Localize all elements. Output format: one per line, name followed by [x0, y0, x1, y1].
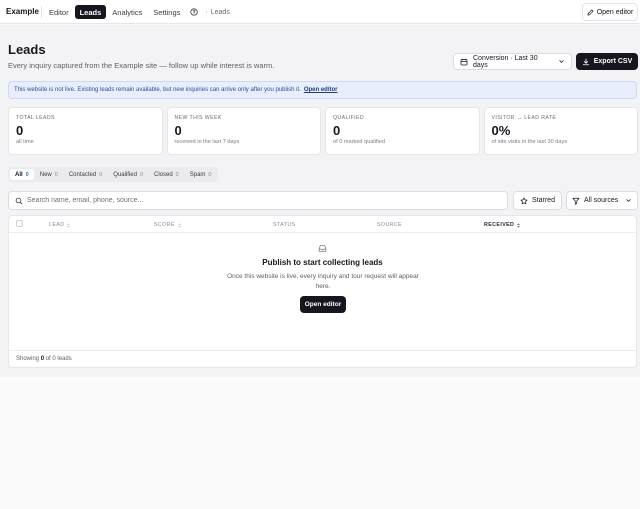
tab-settings[interactable]: Settings — [148, 5, 185, 19]
column-header-status: STATUS — [273, 222, 296, 228]
status-filter-tabs: All 0 New 0 Contacted 0 Qualified 0 Closed 0 … — [8, 167, 219, 182]
table-footer: Showing 0 of 0 leads — [9, 350, 636, 367]
stat-note: all time — [16, 139, 34, 145]
filter-label: New — [39, 171, 52, 178]
filter-label: All — [15, 171, 23, 178]
breadcrumb-current: Leads — [210, 8, 230, 16]
breadcrumb: · Leads — [205, 9, 229, 16]
filter-tab-closed[interactable]: Closed 0 — [149, 169, 184, 180]
page-subtitle: Every inquiry captured from the Example … — [8, 61, 275, 70]
column-label: LEAD — [49, 222, 65, 228]
open-editor-button[interactable]: Open editor — [582, 3, 638, 21]
stat-value: 0 — [333, 123, 341, 138]
sources-select-value: All sources — [584, 197, 619, 204]
stat-total-leads: TOTAL LEADS 0 all time — [8, 107, 163, 155]
export-csv-label: Export CSV — [593, 58, 633, 65]
column-label: SCORE — [154, 222, 175, 228]
leads-table: LEAD SCORE STATUS SOURCE RECEIVED Publis… — [8, 215, 637, 368]
calendar-icon — [460, 58, 468, 65]
stat-label: VISITOR → LEAD RATE — [491, 115, 557, 121]
stat-note: of 0 marked qualified — [333, 139, 385, 145]
sort-icon — [178, 223, 181, 227]
search-box — [8, 191, 508, 210]
chevron-down-icon — [626, 199, 631, 202]
stat-note: received in the last 7 days — [174, 139, 240, 145]
tab-leads[interactable]: Leads — [74, 5, 107, 19]
filter-count: 0 — [54, 171, 58, 178]
footer-suffix: of 0 leads — [45, 356, 72, 362]
empty-state-description: Once this website is live, every inquiry… — [227, 273, 419, 290]
sort-icon — [67, 223, 71, 227]
stat-note: of site visits in the last 30 days — [491, 139, 568, 145]
stat-value: 0% — [491, 123, 511, 138]
stat-label: NEW THIS WEEK — [174, 115, 222, 121]
stat-label: QUALIFIED — [333, 115, 364, 121]
showing-count: Showing 0 of 0 leads — [16, 356, 72, 362]
filter-label: Contacted — [68, 171, 97, 178]
stats-row: TOTAL LEADS 0 all time NEW THIS WEEK 0 r… — [8, 107, 638, 155]
chevron-down-icon — [559, 60, 564, 63]
footer-prefix: Showing — [16, 356, 40, 362]
select-all-checkbox[interactable] — [16, 220, 23, 227]
download-icon — [582, 58, 589, 65]
filter-tab-spam[interactable]: Spam 0 — [185, 169, 217, 180]
range-select[interactable]: Conversion · Last 30 days — [453, 53, 572, 70]
search-input[interactable] — [27, 197, 507, 204]
empty-state-title: Publish to start collecting leads — [262, 258, 383, 267]
main-content: Leads Every inquiry captured from the Ex… — [0, 25, 640, 377]
help-icon[interactable] — [187, 5, 201, 19]
column-header-lead[interactable]: LEAD — [49, 222, 71, 228]
filter-tab-contacted[interactable]: Contacted 0 — [64, 169, 107, 180]
starred-filter-button[interactable]: Starred — [513, 191, 562, 210]
filter-tab-qualified[interactable]: Qualified 0 — [108, 169, 148, 180]
tab-editor[interactable]: Editor — [44, 5, 74, 19]
star-icon — [520, 197, 528, 204]
stat-value: 0 — [16, 123, 24, 138]
stat-visitor-lead-rate: VISITOR → LEAD RATE 0% of site visits in… — [483, 107, 638, 155]
filter-label: Qualified — [113, 171, 137, 178]
filter-count: 0 — [208, 171, 212, 178]
filter-count: 0 — [175, 171, 179, 178]
column-header-source: SOURCE — [377, 222, 403, 228]
column-label: RECEIVED — [484, 222, 515, 228]
column-header-score[interactable]: SCORE — [154, 222, 182, 228]
brand-name[interactable]: Example — [6, 7, 39, 16]
notice-text: This website is not live. Existing leads… — [14, 87, 301, 93]
filter-label: Closed — [153, 171, 173, 178]
tab-analytics[interactable]: Analytics — [107, 5, 147, 19]
not-live-notice: This website is not live. Existing leads… — [8, 81, 637, 99]
inbox-icon — [318, 245, 327, 252]
filter-label: Spam — [189, 171, 206, 178]
empty-open-editor-button[interactable]: Open editor — [300, 296, 346, 313]
table-header: LEAD SCORE STATUS SOURCE RECEIVED — [9, 216, 636, 233]
footer-count: 0 — [40, 356, 45, 362]
stat-value: 0 — [174, 123, 182, 138]
export-csv-button[interactable]: Export CSV — [576, 53, 638, 70]
filter-count: 0 — [25, 171, 29, 178]
search-icon — [15, 197, 23, 204]
page-title: Leads — [8, 42, 46, 57]
stat-new-this-week: NEW THIS WEEK 0 received in the last 7 d… — [166, 107, 321, 155]
open-editor-label: Open editor — [596, 8, 634, 16]
column-header-received[interactable]: RECEIVED — [484, 222, 521, 228]
filter-icon — [572, 197, 580, 205]
sort-icon — [517, 223, 520, 227]
top-bar: Example Editor Leads Analytics Settings … — [0, 0, 640, 24]
breadcrumb-separator: · — [205, 8, 208, 16]
filter-count: 0 — [99, 171, 103, 178]
stat-label: TOTAL LEADS — [16, 115, 55, 121]
range-select-value: Conversion · Last 30 days — [473, 54, 538, 69]
pencil-icon — [587, 9, 594, 15]
divider — [41, 6, 42, 18]
filter-tab-new[interactable]: New 0 — [35, 169, 63, 180]
filter-count: 0 — [139, 171, 143, 178]
main-nav: Editor Leads Analytics Settings · Leads — [44, 5, 230, 19]
sources-select[interactable]: All sources — [566, 191, 638, 210]
starred-label: Starred — [532, 197, 555, 204]
notice-open-editor-link[interactable]: Open editor — [304, 87, 338, 93]
filter-tab-all[interactable]: All 0 — [10, 169, 34, 180]
stat-qualified: QUALIFIED 0 of 0 marked qualified — [325, 107, 480, 155]
